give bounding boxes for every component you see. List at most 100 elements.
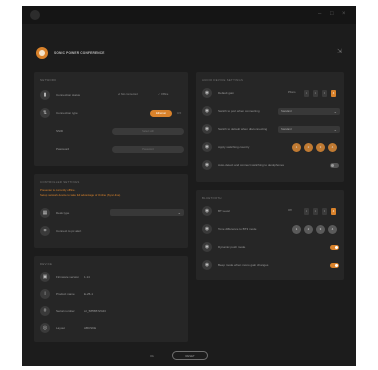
bluetooth-lead-label: Off bbox=[288, 209, 292, 212]
audio-setting-label: Switch to port when connecting bbox=[218, 109, 260, 113]
audio-lead-label: Phono bbox=[288, 91, 296, 94]
audio-toggle[interactable] bbox=[330, 162, 339, 168]
panel-title: DEVICE bbox=[40, 262, 53, 266]
desk-type-label: Desk type bbox=[56, 211, 70, 215]
signal-icon: ▮ bbox=[40, 90, 50, 100]
password-input[interactable]: Password bbox=[112, 146, 184, 153]
globe-icon: ◎ bbox=[40, 323, 50, 333]
ethernet-option[interactable]: Ethernet bbox=[150, 110, 172, 117]
product-label: Product name bbox=[56, 292, 75, 296]
panel-title: BLUETOOTH bbox=[202, 196, 222, 200]
bluetooth-setting-icon: ◉ bbox=[202, 224, 212, 234]
panel-title: NETWORK bbox=[40, 78, 57, 82]
bluetooth-setting-label: Tone difference to BT3 mode bbox=[218, 227, 257, 231]
audio-level-option[interactable]: 4 bbox=[331, 89, 336, 97]
audio-dot-option[interactable]: 1 bbox=[292, 142, 301, 152]
bluetooth-level-option[interactable]: 3 bbox=[322, 207, 327, 215]
desk-type-select[interactable]: ⌄ bbox=[110, 209, 184, 216]
keyboard-icon: ▦ bbox=[40, 208, 50, 218]
network-panel: NETWORK ▮ Connection status ⇄ Not connec… bbox=[34, 72, 188, 166]
pc-alert-label: Connect to pc alert bbox=[56, 229, 82, 233]
ssid-label: SSID bbox=[56, 129, 64, 133]
audio-row: ◉ Default gain Phono 1 2 3 4 bbox=[200, 86, 340, 100]
reset-button[interactable]: RESET bbox=[172, 351, 208, 360]
bluetooth-dot-option[interactable]: 3 bbox=[316, 224, 325, 234]
chevron-down-icon: ⌄ bbox=[333, 126, 337, 132]
layout-label: Layout bbox=[56, 326, 66, 330]
bluetooth-setting-icon: ◉ bbox=[202, 260, 212, 270]
layout-row: ◎ Layout ABCSKE bbox=[38, 321, 184, 335]
bluetooth-setting-icon: ◉ bbox=[202, 206, 212, 216]
bluetooth-setting-icon: ◉ bbox=[202, 242, 212, 252]
panel-title: AUDIO DEVICE SETTINGS bbox=[202, 78, 244, 82]
audio-level-option[interactable]: 1 bbox=[304, 89, 309, 97]
bluetooth-dot-option[interactable]: 2 bbox=[304, 224, 313, 234]
audio-setting-label: Auto-detect and connect switching to des… bbox=[218, 163, 285, 167]
firmware-row: ▣ Firmware version 1.14 bbox=[38, 270, 184, 284]
bluetooth-level-option[interactable]: 4 bbox=[331, 207, 336, 215]
maximize-icon[interactable]: □ bbox=[330, 10, 334, 18]
link-icon: ⌗ bbox=[40, 226, 50, 236]
ssid-input[interactable]: Select wifi bbox=[112, 128, 184, 135]
close-icon[interactable]: × bbox=[342, 10, 346, 18]
offline-warning: Presenter is currently offline. bbox=[40, 188, 76, 192]
bluetooth-level-option[interactable]: 2 bbox=[313, 207, 318, 215]
bluetooth-setting-label: Dynamic push mode bbox=[218, 245, 246, 249]
info-icon: i bbox=[40, 289, 50, 299]
audio-dot-option[interactable]: 3 bbox=[316, 142, 325, 152]
wifi-option[interactable]: Wifi bbox=[174, 110, 184, 117]
app-menu-icon[interactable] bbox=[30, 10, 40, 20]
ssid-row: SSID Select wifi bbox=[38, 124, 184, 138]
connection-type-row: ⇅ Connection type Ethernet Wifi bbox=[38, 106, 184, 120]
chip-icon: ▣ bbox=[40, 272, 50, 282]
audio-row: ◉ Switch to port when connecting Standard ⌄ bbox=[200, 104, 340, 118]
bluetooth-dot-option[interactable]: 1 bbox=[292, 224, 301, 234]
serial-label: Serial number bbox=[56, 309, 75, 313]
brand-logo bbox=[36, 47, 48, 59]
firmware-value: 1.14 bbox=[84, 275, 90, 279]
audio-dot-option[interactable]: 2 bbox=[304, 142, 313, 152]
audio-setting-label: Default gain bbox=[218, 91, 235, 95]
pc-alert-row: ⌗ Connect to pc alert bbox=[38, 224, 184, 238]
audio-setting-icon: ◉ bbox=[202, 124, 212, 134]
panel-title: CONTROLLER SETTINGS bbox=[40, 180, 80, 184]
audio-select[interactable]: Standard ⌄ bbox=[278, 125, 340, 133]
audio-row: ◉ Auto-detect and connect switching to de… bbox=[200, 158, 340, 172]
app-window: – □ × SONIC POWER CONFERENCE ⇲ NETWORK ▮… bbox=[22, 6, 356, 366]
lan-status: ⇄ Not connected bbox=[118, 93, 138, 96]
controller-panel: CONTROLLER SETTINGS Presenter is current… bbox=[34, 174, 188, 248]
audio-level-option[interactable]: 2 bbox=[313, 89, 318, 97]
bluetooth-row: ◉ Beep mode when mono gain changes bbox=[200, 258, 340, 272]
hash-icon: # bbox=[40, 306, 50, 316]
collapse-icon[interactable]: ⇲ bbox=[337, 48, 342, 55]
audio-setting-label: Switch to default when disconnecting bbox=[218, 127, 268, 131]
audio-setting-icon: ◉ bbox=[202, 88, 212, 98]
bluetooth-toggle[interactable] bbox=[330, 244, 339, 250]
audio-level-option[interactable]: 3 bbox=[322, 89, 327, 97]
offline-hint: Setup network device to take full advant… bbox=[40, 193, 121, 197]
minimize-icon[interactable]: – bbox=[318, 10, 321, 18]
bluetooth-toggle[interactable] bbox=[330, 262, 339, 268]
ok-link[interactable]: Ok bbox=[150, 354, 154, 358]
product-value: E-25-1 bbox=[84, 292, 94, 296]
device-panel: DEVICE ▣ Firmware version 1.14 i Product… bbox=[34, 256, 188, 342]
audio-select[interactable]: Standard ⌄ bbox=[278, 107, 340, 115]
serial-row: # Serial number sz_5855B7Z443 bbox=[38, 304, 184, 318]
audio-setting-icon: ◉ bbox=[202, 142, 212, 152]
connection-status-row: ▮ Connection status ⇄ Not connected ✓ Of… bbox=[38, 88, 184, 102]
layout-value: ABCSKE bbox=[84, 326, 97, 330]
footer: Ok RESET bbox=[22, 350, 356, 362]
bluetooth-row: ◉ BT Level Off 1 2 3 4 bbox=[200, 204, 340, 218]
audio-setting-icon: ◉ bbox=[202, 160, 212, 170]
wifi-status: ✓ Offline bbox=[158, 93, 169, 96]
bluetooth-level-option[interactable]: 1 bbox=[304, 207, 309, 215]
audio-row: ◉ Apply switching country 1 2 3 4 bbox=[200, 140, 340, 154]
network-icon: ⇅ bbox=[40, 108, 50, 118]
firmware-label: Firmware version bbox=[56, 275, 80, 279]
connection-type-label: Connection type bbox=[56, 111, 78, 115]
audio-dot-option[interactable]: 4 bbox=[328, 142, 337, 152]
audio-row: ◉ Switch to default when disconnecting Sta… bbox=[200, 122, 340, 136]
bluetooth-setting-label: Beep mode when mono gain changes bbox=[218, 263, 269, 267]
bluetooth-dot-option[interactable]: 4 bbox=[328, 224, 337, 234]
audio-setting-label: Apply switching country bbox=[218, 145, 250, 149]
